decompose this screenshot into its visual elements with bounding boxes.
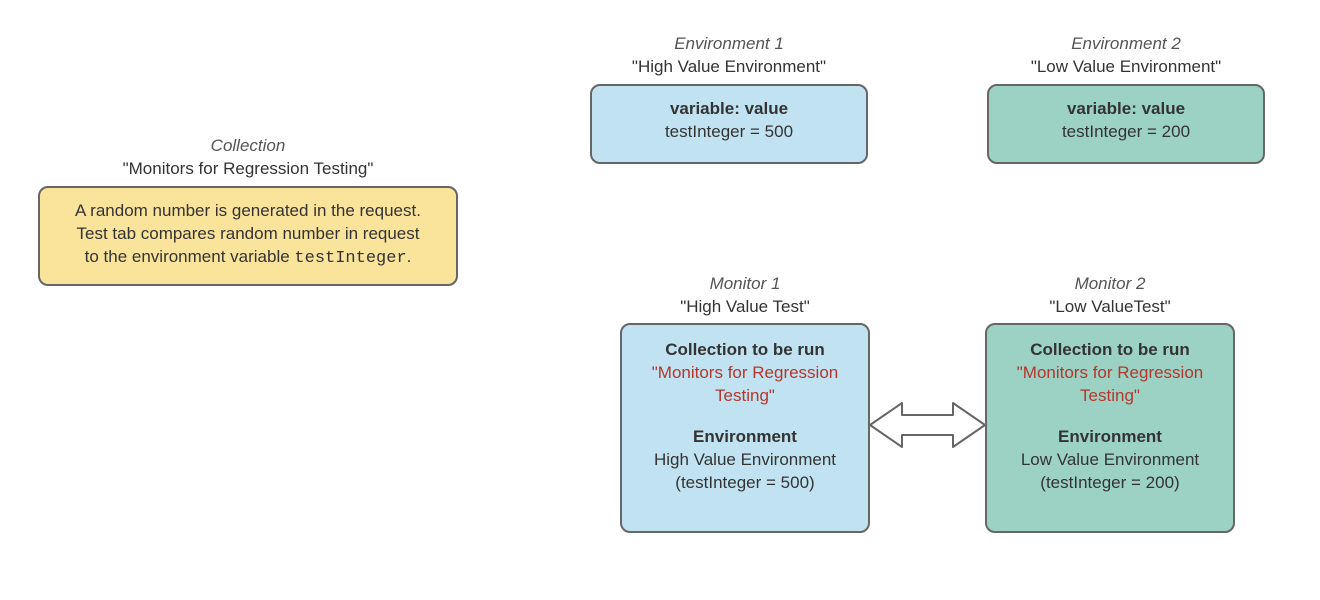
mon2-box: Collection to be run "Monitors for Regre…	[985, 323, 1235, 533]
mon1-label-italic: Monitor 1	[620, 273, 870, 296]
mon1-label-name: "High Value Test"	[620, 296, 870, 319]
mon1-env-detail: (testInteger = 500)	[636, 472, 854, 495]
env1-label-name: "High Value Environment"	[590, 56, 868, 79]
env1-label: Environment 1 "High Value Environment"	[590, 33, 868, 79]
mon2-env-name: Low Value Environment	[1001, 449, 1219, 472]
mon1-coll-name-l2: Testing"	[636, 385, 854, 408]
mon1-box: Collection to be run "Monitors for Regre…	[620, 323, 870, 533]
env2-var-header: variable: value	[1003, 98, 1249, 121]
mon1-env-name: High Value Environment	[636, 449, 854, 472]
collection-desc-line1: A random number is generated in the requ…	[54, 200, 442, 223]
env2-label: Environment 2 "Low Value Environment"	[987, 33, 1265, 79]
collection-label: Collection "Monitors for Regression Test…	[38, 135, 458, 181]
collection-code: testInteger	[294, 249, 406, 268]
mon2-coll-header: Collection to be run	[1001, 339, 1219, 362]
env1-var-line: testInteger = 500	[606, 121, 852, 144]
mon2-label-italic: Monitor 2	[985, 273, 1235, 296]
env2-var-line: testInteger = 200	[1003, 121, 1249, 144]
collection-desc-line2: Test tab compares random number in reque…	[54, 223, 442, 246]
collection-label-italic: Collection	[38, 135, 458, 158]
double-arrow-icon	[866, 395, 989, 455]
env1-box: variable: value testInteger = 500	[590, 84, 868, 164]
mon2-env-header: Environment	[1001, 426, 1219, 449]
mon2-label-name: "Low ValueTest"	[985, 296, 1235, 319]
mon1-label: Monitor 1 "High Value Test"	[620, 273, 870, 319]
env2-label-name: "Low Value Environment"	[987, 56, 1265, 79]
mon1-coll-header: Collection to be run	[636, 339, 854, 362]
env2-label-italic: Environment 2	[987, 33, 1265, 56]
mon2-coll-name-l1: "Monitors for Regression	[1001, 362, 1219, 385]
mon2-env-detail: (testInteger = 200)	[1001, 472, 1219, 495]
collection-box: A random number is generated in the requ…	[38, 186, 458, 286]
mon1-env-header: Environment	[636, 426, 854, 449]
env2-box: variable: value testInteger = 200	[987, 84, 1265, 164]
mon2-coll-name-l2: Testing"	[1001, 385, 1219, 408]
mon2-label: Monitor 2 "Low ValueTest"	[985, 273, 1235, 319]
env1-var-header: variable: value	[606, 98, 852, 121]
mon1-coll-name-l1: "Monitors for Regression	[636, 362, 854, 385]
collection-desc-line3: to the environment variable testInteger.	[54, 246, 442, 271]
env1-label-italic: Environment 1	[590, 33, 868, 56]
collection-label-name: "Monitors for Regression Testing"	[38, 158, 458, 181]
